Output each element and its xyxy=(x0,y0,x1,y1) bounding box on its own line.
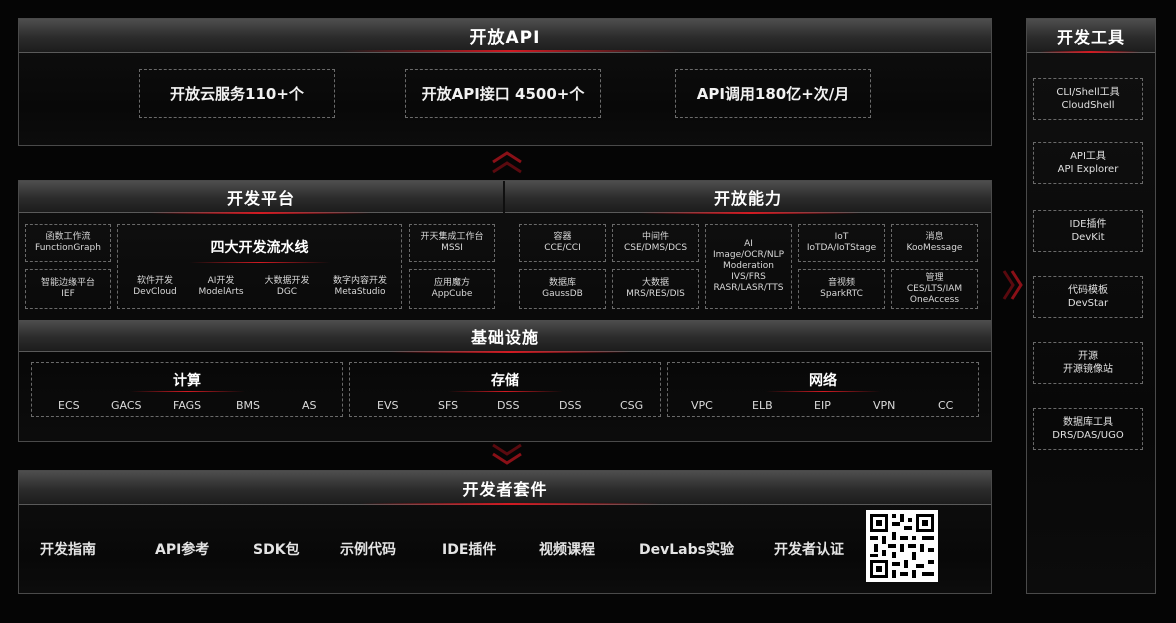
pipeline-modelarts: AI开发 ModelArts xyxy=(198,276,244,297)
infra-evs: EVS xyxy=(377,399,399,412)
tool-cloudshell: CLI/Shell工具 CloudShell xyxy=(1033,78,1143,120)
cap-message: 消息 KooMessage xyxy=(891,224,978,262)
right-chevron-icon xyxy=(1002,270,1023,300)
kit-api-reference[interactable]: API参考 xyxy=(155,539,209,559)
cap-ai: AI Image/OCR/NLP Moderation IVS/FRS RASR… xyxy=(705,224,792,309)
cap-container: 容器 CCE/CCI xyxy=(519,224,606,262)
tool-api-explorer: API工具 API Explorer xyxy=(1033,142,1143,184)
kit-certification[interactable]: 开发者认证 xyxy=(774,539,844,559)
infra-fags: FAGS xyxy=(173,399,202,412)
infra-underline xyxy=(390,351,630,353)
infra-dss-2: DSS xyxy=(559,399,582,412)
infra-bms: BMS xyxy=(236,399,261,412)
open-api-underline xyxy=(340,50,680,52)
kit-video-course[interactable]: 视频课程 xyxy=(539,539,595,559)
dev-platform-underline xyxy=(150,212,370,214)
up-chevron-icon xyxy=(492,151,522,174)
dev-kit-title: 开发者套件 xyxy=(19,471,991,505)
infra-csg: CSG xyxy=(620,399,644,412)
infra-ecs: ECS xyxy=(58,399,80,412)
infra-gacs: GACS xyxy=(111,399,142,412)
cap-management: 管理 CES/LTS/IAM OneAccess xyxy=(891,269,978,309)
dev-tools-underline xyxy=(1040,51,1140,53)
infra-elb: ELB xyxy=(752,399,773,412)
infra-network-title: 网络 xyxy=(809,373,837,389)
infra-cc: CC xyxy=(938,399,954,412)
qr-code[interactable] xyxy=(866,510,938,582)
stat-api-count: 开放API接口 4500+个 xyxy=(405,69,601,118)
ief-box: 智能边缘平台 IEF xyxy=(25,269,111,309)
cap-iot: IoT IoTDA/IoTStage xyxy=(798,224,885,262)
kit-ide-plugin[interactable]: IDE插件 xyxy=(442,539,496,559)
infra-title: 基础设施 xyxy=(19,320,991,352)
pipeline-devcloud: 软件开发 DevCloud xyxy=(133,276,177,297)
cap-database: 数据库 GaussDB xyxy=(519,269,606,309)
tool-db-tools: 数据库工具 DRS/DAS/UGO xyxy=(1033,408,1143,450)
infra-vpn: VPN xyxy=(873,399,896,412)
stat-api-calls: API调用180亿+次/月 xyxy=(675,69,871,118)
infra-vpc: VPC xyxy=(691,399,713,412)
functiongraph-box: 函数工作流 FunctionGraph xyxy=(25,224,111,262)
pipelines-title: 四大开发流水线 xyxy=(210,240,309,256)
cap-bigdata: 大数据 MRS/RES/DIS xyxy=(612,269,699,309)
open-api-title: 开放API xyxy=(19,19,991,53)
dev-tools-title: 开发工具 xyxy=(1027,19,1155,53)
infra-storage-title: 存储 xyxy=(491,373,519,389)
down-chevron-icon xyxy=(492,443,522,465)
pipeline-dgc: 大数据开发 DGC xyxy=(264,276,310,297)
tool-devkit: IDE插件 DevKit xyxy=(1033,210,1143,252)
storage-underline xyxy=(448,391,563,392)
kit-sdk[interactable]: SDK包 xyxy=(253,539,300,559)
infra-as: AS xyxy=(302,399,317,412)
pipeline-metastudio: 数字内容开发 MetaStudio xyxy=(332,276,387,297)
infra-eip: EIP xyxy=(814,399,831,412)
infra-sfs: SFS xyxy=(438,399,459,412)
pipelines-underline xyxy=(190,262,330,263)
mssi-box: 开天集成工作台 MSSI xyxy=(409,224,495,262)
tool-devstar: 代码模板 DevStar xyxy=(1033,276,1143,318)
kit-dev-guide[interactable]: 开发指南 xyxy=(40,539,96,559)
appcube-box: 应用魔方 AppCube xyxy=(409,269,495,309)
dev-kit-underline xyxy=(360,503,660,505)
dev-kit-panel: 开发者套件 xyxy=(18,470,992,594)
cap-middleware: 中间件 CSE/DMS/DCS xyxy=(612,224,699,262)
kit-devlabs[interactable]: DevLabs实验 xyxy=(639,539,734,559)
open-capability-title: 开放能力 xyxy=(505,181,991,213)
dev-platform-title: 开发平台 xyxy=(19,181,503,213)
cap-av: 音视频 SparkRTC xyxy=(798,269,885,309)
infra-compute-title: 计算 xyxy=(173,373,201,389)
open-capability-underline xyxy=(640,212,860,214)
tool-mirror: 开源 开源镜像站 xyxy=(1033,342,1143,384)
infra-dss-1: DSS xyxy=(497,399,520,412)
compute-underline xyxy=(130,391,245,392)
network-underline xyxy=(766,391,881,392)
stat-cloud-services: 开放云服务110+个 xyxy=(139,69,335,118)
kit-sample-code[interactable]: 示例代码 xyxy=(340,539,396,559)
